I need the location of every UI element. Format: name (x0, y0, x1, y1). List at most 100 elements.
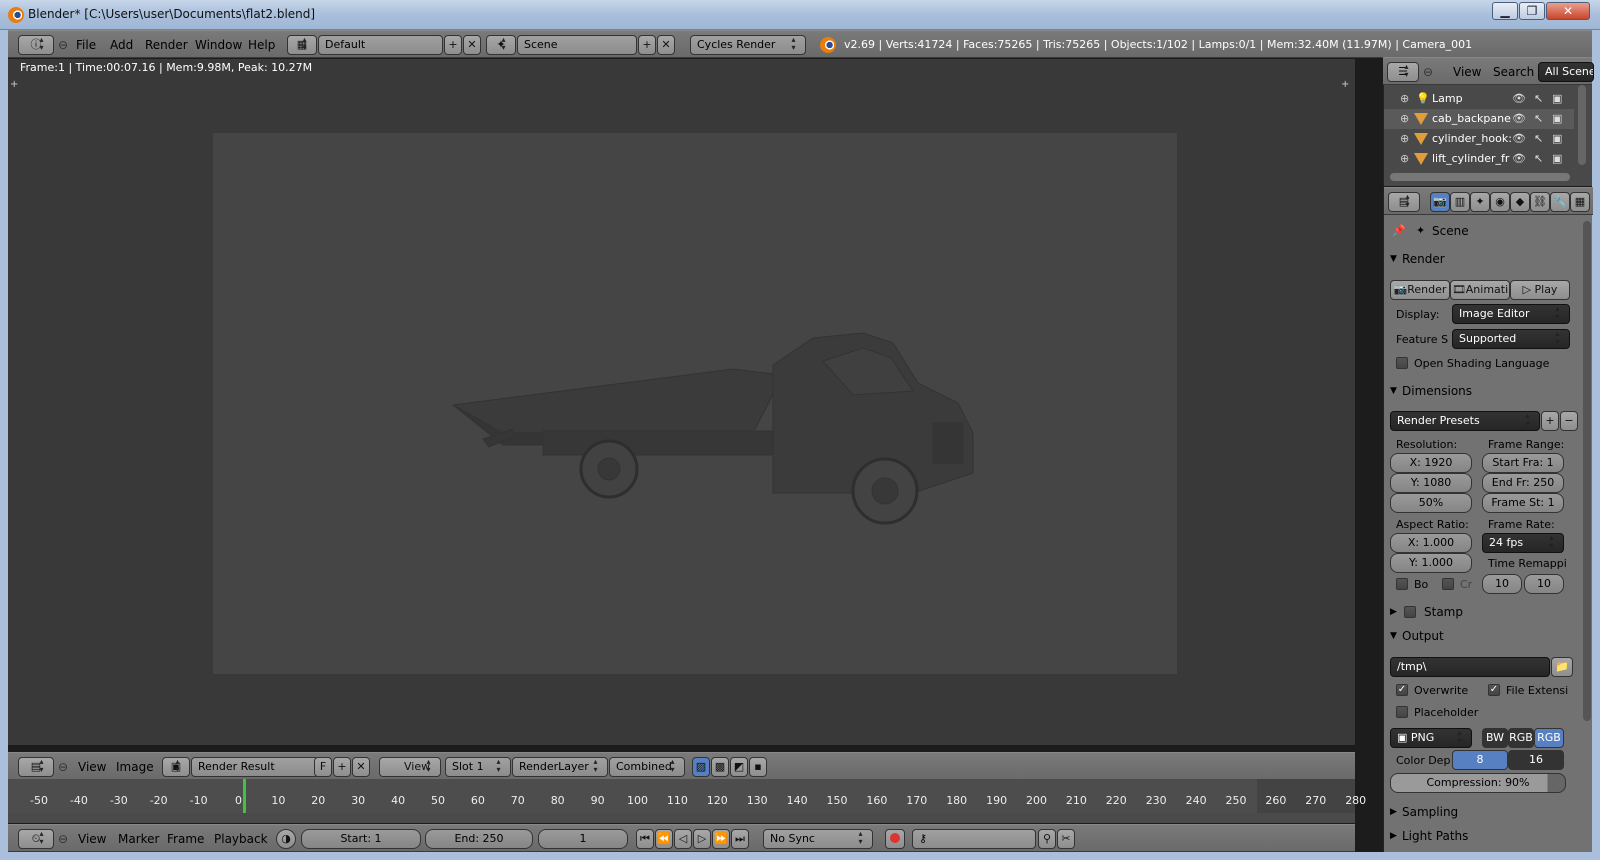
time-remap-old-field[interactable]: 10 (1482, 574, 1522, 594)
time-remap-new-field[interactable]: 10 (1524, 574, 1564, 594)
placeholder-checkbox[interactable] (1396, 706, 1408, 718)
collapse-menu-icon[interactable]: ⊖ (58, 31, 68, 59)
browse-folder-icon[interactable]: 📁 (1551, 657, 1573, 677)
crop-checkbox[interactable] (1442, 578, 1454, 590)
outliner-item-name[interactable]: cab_backpane (1432, 109, 1511, 129)
play-button[interactable]: ▷ Play (1510, 280, 1570, 300)
menu-view[interactable]: View (78, 753, 106, 781)
screen-layout-icon[interactable]: ▦ (287, 35, 317, 55)
menu-marker[interactable]: Marker (118, 825, 159, 853)
outliner-item-name[interactable]: Lamp (1432, 89, 1463, 109)
modifiers-tab-icon[interactable]: 🔧 (1550, 192, 1570, 212)
jump-end-icon[interactable]: ⏭ (731, 829, 749, 849)
select-arrow-icon[interactable]: ↖ (1534, 109, 1543, 129)
expand-icon[interactable]: ⊕ (1400, 129, 1409, 149)
outliner-row-lamp[interactable]: ⊕ 💡 Lamp 👁 ↖ ▣ (1384, 89, 1574, 109)
outliner-row-cab-backpane[interactable]: ⊕ cab_backpane 👁 ↖ ▣ (1384, 109, 1574, 129)
collapse-menu-icon[interactable]: ⊖ (58, 825, 68, 853)
aspect-y-field[interactable]: Y: 1.000 (1390, 553, 1472, 573)
outliner-vertical-scrollbar[interactable] (1578, 85, 1586, 165)
image-name-field[interactable]: Render Result (191, 757, 319, 777)
scene-field[interactable]: Scene (517, 35, 637, 55)
current-frame-cursor[interactable] (243, 779, 246, 813)
expand-icon[interactable]: ⊕ (1400, 89, 1409, 109)
color-mode-rgb-button[interactable]: RGB (1508, 728, 1534, 748)
delete-keyframe-icon[interactable]: ✂ (1057, 829, 1075, 849)
constraints-tab-icon[interactable]: ⛓ (1530, 192, 1550, 212)
color-mode-bw-button[interactable]: BW (1482, 728, 1508, 748)
file-format-select[interactable]: ▣ PNG (1390, 728, 1472, 748)
sync-mode-select[interactable]: No Sync (763, 829, 873, 849)
add-preset-button[interactable]: + (1541, 411, 1559, 431)
feature-set-select[interactable]: Supported (1452, 329, 1570, 349)
delete-screen-button[interactable]: ✕ (463, 35, 481, 55)
outliner-tree[interactable]: ⊕ 💡 Lamp 👁 ↖ ▣ ⊕ cab_backpane 👁 ↖ ▣ ⊕ cy… (1383, 85, 1592, 186)
panel-output-header[interactable]: Output (1388, 625, 1583, 647)
draw-channels-alpha-icon[interactable]: ▩ (711, 757, 729, 777)
frame-end-field[interactable]: End Fr: 250 (1482, 473, 1564, 493)
visibility-eye-icon[interactable]: 👁 (1512, 109, 1526, 129)
resolution-y-field[interactable]: Y: 1080 (1390, 473, 1472, 493)
scene-icon[interactable]: ✦ (486, 35, 516, 55)
frame-start-field[interactable]: Start Fra: 1 (1482, 453, 1564, 473)
render-pass-select[interactable]: Combined (609, 757, 685, 777)
unlink-image-button[interactable]: ✕ (352, 757, 370, 777)
menu-playback[interactable]: Playback (214, 825, 268, 853)
outliner-editor-type-button[interactable]: ☰ (1387, 62, 1419, 82)
color-depth-8-button[interactable]: 8 (1452, 750, 1508, 770)
panel-stamp-header[interactable]: Stamp (1388, 601, 1583, 623)
fake-user-button[interactable]: F (314, 757, 332, 777)
frame-step-field[interactable]: Frame St: 1 (1482, 493, 1564, 513)
expand-icon[interactable]: ⊕ (1400, 109, 1409, 129)
border-checkbox[interactable] (1396, 578, 1408, 590)
timeline-area[interactable]: -50 -40 -30 -20 -10 0 10 20 30 40 50 60 70 80 90 100 110… (8, 779, 1366, 823)
compression-slider[interactable]: Compression: 90% (1390, 773, 1566, 793)
menu-search[interactable]: Search (1493, 58, 1534, 86)
editor-type-button[interactable]: ⓘ (18, 35, 54, 55)
keying-set-field[interactable]: ⚷ (912, 829, 1036, 849)
render-layer-select[interactable]: RenderLayer (512, 757, 608, 777)
render-camera-tab-icon[interactable]: 📷 (1430, 192, 1450, 212)
render-layers-tab-icon[interactable]: ▥ (1450, 192, 1470, 212)
jump-start-icon[interactable]: ⏮ (636, 829, 654, 849)
auto-keyframe-record-icon[interactable] (885, 829, 905, 849)
remove-preset-button[interactable]: − (1560, 411, 1578, 431)
file-extensions-checkbox[interactable]: ✓ (1488, 684, 1500, 696)
outliner-item-name[interactable]: cylinder_hook: (1432, 129, 1512, 149)
draw-channels-z-icon[interactable]: ◩ (730, 757, 748, 777)
panel-light-paths-header[interactable]: Light Paths (1388, 825, 1583, 845)
timeline-editor-type-button[interactable]: ⏲ (18, 829, 54, 849)
outliner-horizontal-scrollbar[interactable] (1390, 173, 1570, 181)
area-split-corner-icon[interactable]: + (10, 79, 18, 90)
osl-checkbox[interactable] (1396, 357, 1408, 369)
play-reverse-icon[interactable]: ◁ (674, 829, 692, 849)
texture-tab-icon[interactable]: ▦ (1570, 192, 1590, 212)
visibility-eye-icon[interactable]: 👁 (1512, 89, 1526, 109)
select-arrow-icon[interactable]: ↖ (1534, 149, 1543, 169)
preview-range-icon[interactable]: ◑ (276, 829, 296, 849)
menu-image[interactable]: Image (116, 753, 154, 781)
play-icon[interactable]: ▷ (693, 829, 711, 849)
maximize-button[interactable]: ❐ (1519, 2, 1545, 20)
outliner-filter-select[interactable]: All Scene (1538, 62, 1594, 82)
end-frame-field[interactable]: End: 250 (425, 829, 533, 849)
menu-render[interactable]: Render (145, 31, 188, 59)
world-tab-icon[interactable]: ◉ (1490, 192, 1510, 212)
render-camera-icon[interactable]: ▣ (1552, 149, 1562, 169)
object-tab-icon[interactable]: ◆ (1510, 192, 1530, 212)
collapse-menu-icon[interactable]: ⊖ (58, 753, 68, 781)
image-browse-icon[interactable]: ▣ (162, 757, 190, 777)
jump-keyframe-back-icon[interactable]: ⏪ (655, 829, 673, 849)
frame-rate-select[interactable]: 24 fps (1482, 533, 1564, 553)
start-frame-field[interactable]: Start: 1 (301, 829, 421, 849)
render-camera-icon[interactable]: ▣ (1552, 129, 1562, 149)
current-frame-field[interactable]: 1 (538, 829, 628, 849)
menu-add[interactable]: Add (110, 31, 133, 59)
render-result-image[interactable] (213, 133, 1177, 674)
select-arrow-icon[interactable]: ↖ (1534, 129, 1543, 149)
area-split-corner-icon[interactable]: + (1341, 79, 1349, 90)
color-depth-16-button[interactable]: 16 (1508, 750, 1564, 770)
collapse-menu-icon[interactable]: ⊖ (1423, 58, 1433, 86)
draw-channels-color-icon[interactable]: ▨ (692, 757, 710, 777)
visibility-eye-icon[interactable]: 👁 (1512, 149, 1526, 169)
